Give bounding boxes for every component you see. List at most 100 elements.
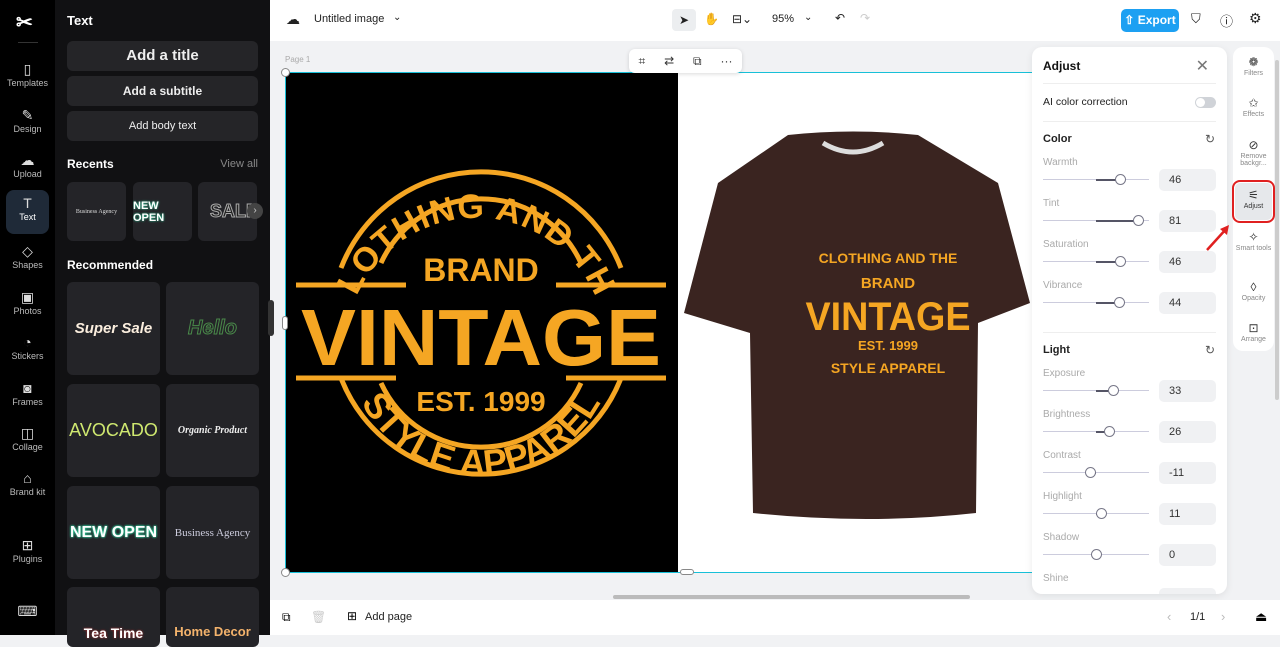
slider-thumb[interactable] — [1090, 549, 1102, 560]
recommended-tile[interactable]: Home Decor — [166, 587, 259, 647]
layers-icon[interactable]: ⧉ — [282, 610, 291, 625]
capcut-logo[interactable]: ✂ — [16, 10, 33, 35]
resize-handle[interactable] — [282, 316, 288, 330]
nav-plugins[interactable]: ⊞ Plugins — [6, 532, 49, 576]
nav-templates[interactable]: ▯ Templates — [6, 56, 49, 100]
redo-icon[interactable]: ↷ — [860, 11, 870, 25]
exposure-slider[interactable] — [1043, 385, 1149, 396]
remove-background-icon: ⊘ — [1248, 138, 1259, 152]
layout-icon[interactable]: ⊟⌄ — [732, 12, 752, 26]
help-icon[interactable]: ⓘ — [1220, 11, 1233, 30]
vertical-scrollbar[interactable] — [1275, 60, 1279, 400]
settings-icon[interactable]: ⚙ — [1249, 10, 1262, 27]
document-title[interactable]: Untitled image — [314, 13, 384, 25]
saturation-slider[interactable] — [1043, 256, 1149, 267]
recommended-tile[interactable]: NEW OPEN — [67, 486, 160, 579]
contrast-slider[interactable] — [1043, 467, 1149, 478]
nav-text[interactable]: T Text — [6, 190, 49, 234]
previous-page-icon[interactable]: ‹ — [1167, 609, 1171, 624]
delete-icon[interactable]: 🗑 — [311, 610, 326, 624]
shine-input[interactable] — [1159, 588, 1216, 594]
highlight-slider[interactable] — [1043, 508, 1149, 519]
view-all-link[interactable]: View all — [220, 158, 258, 170]
nav-brand-kit[interactable]: ⌂ Brand kit — [6, 465, 49, 515]
more-icon[interactable]: ··· — [721, 54, 733, 68]
nav-photos[interactable]: ▣ Photos — [6, 284, 49, 328]
add-page-button[interactable]: Add page — [365, 611, 412, 623]
vibrance-slider[interactable] — [1043, 297, 1149, 308]
recent-tile[interactable]: NEW OPEN — [133, 182, 192, 241]
undo-icon[interactable]: ↶ — [835, 11, 845, 25]
ai-color-correction-toggle[interactable] — [1195, 97, 1216, 108]
cloud-save-icon[interactable]: ☁ — [286, 11, 300, 28]
nav-collage[interactable]: ◫ Collage — [6, 420, 49, 464]
next-page-icon[interactable]: › — [1221, 609, 1225, 624]
exposure-value-input[interactable]: 33 — [1159, 380, 1216, 402]
slider-thumb[interactable] — [1133, 215, 1145, 226]
add-title-button[interactable]: Add a title — [67, 41, 258, 71]
nav-stickers[interactable]: ◔ Stickers — [6, 329, 49, 373]
contrast-value-input[interactable]: -11 — [1159, 462, 1216, 484]
adjust-button[interactable]: ⚟ Adjust — [1232, 180, 1275, 223]
add-body-text-button[interactable]: Add body text — [67, 111, 258, 141]
resize-handle[interactable] — [281, 568, 290, 577]
recommended-tile[interactable]: Organic Product — [166, 384, 259, 477]
arrange-button[interactable]: ⊡ Arrange — [1235, 321, 1272, 343]
recent-tile[interactable]: Business Agency — [67, 182, 126, 241]
zoom-chevron-icon[interactable]: ⌄ — [804, 12, 812, 23]
remove-background-button[interactable]: ⊘ Remove backgr... — [1235, 138, 1272, 167]
slider-thumb[interactable] — [1084, 467, 1096, 478]
close-icon[interactable]: ✕ — [1196, 56, 1209, 76]
nav-shapes[interactable]: ◇ Shapes — [6, 238, 49, 282]
recommended-tile[interactable]: Super Sale — [67, 282, 160, 375]
nav-design[interactable]: ✎ Design — [6, 102, 49, 146]
add-subtitle-button[interactable]: Add a subtitle — [67, 76, 258, 106]
filters-button[interactable]: ❁ Filters — [1235, 55, 1272, 77]
duplicate-icon[interactable]: ⧉ — [693, 54, 702, 69]
slider-thumb[interactable] — [1114, 256, 1126, 267]
reset-light-icon[interactable]: ↻ — [1205, 343, 1215, 357]
crop-icon[interactable]: ⌗ — [638, 54, 645, 69]
warmth-value-input[interactable]: 46 — [1159, 169, 1216, 191]
vibrance-value-input[interactable]: 44 — [1159, 292, 1216, 314]
highlight-value-input[interactable]: 11 — [1159, 503, 1216, 525]
add-page-icon[interactable]: ⊞ — [347, 609, 357, 623]
shield-icon[interactable]: ⛉ — [1191, 11, 1201, 27]
keyboard-shortcuts-button[interactable]: ⌨ — [6, 598, 49, 624]
chevron-down-icon[interactable]: ⌄ — [393, 12, 401, 23]
slider-thumb[interactable] — [1096, 508, 1108, 519]
replace-icon[interactable]: ⇄ — [664, 54, 674, 68]
resize-handle[interactable] — [281, 68, 290, 77]
recommended-tile[interactable]: AVOCADO — [67, 384, 160, 477]
scroll-right-button[interactable]: › — [247, 203, 263, 219]
panel-collapse-handle[interactable] — [268, 300, 274, 336]
color-heading: Color — [1043, 133, 1072, 145]
brightness-value-input[interactable]: 26 — [1159, 421, 1216, 443]
nav-frames[interactable]: ◙ Frames — [6, 375, 49, 419]
horizontal-scrollbar[interactable] — [613, 595, 970, 599]
recommended-tile[interactable]: Business Agency — [166, 486, 259, 579]
effects-button[interactable]: ✩ Effects — [1235, 96, 1272, 118]
zoom-level[interactable]: 95% — [772, 13, 794, 25]
recommended-tile[interactable]: Tea Time — [67, 587, 160, 647]
slider-thumb[interactable] — [1113, 297, 1125, 308]
recommended-tile[interactable]: Hello — [166, 282, 259, 375]
hand-tool-icon[interactable]: ✋ — [704, 12, 719, 26]
slider-thumb[interactable] — [1104, 426, 1116, 437]
opacity-button[interactable]: ◊ Opacity — [1235, 280, 1272, 302]
select-tool-button[interactable]: ➤ — [672, 9, 696, 31]
shadow-value-input[interactable]: 0 — [1159, 544, 1216, 566]
tint-slider[interactable] — [1043, 215, 1149, 226]
shadow-slider[interactable] — [1043, 549, 1149, 560]
page-manager-icon[interactable]: ⏏ — [1255, 609, 1267, 625]
brightness-slider[interactable] — [1043, 426, 1149, 437]
export-button[interactable]: ⇧ Export — [1121, 9, 1179, 32]
warmth-slider[interactable] — [1043, 174, 1149, 185]
smart-tools-button[interactable]: ✧ Smart tools — [1235, 230, 1272, 252]
slider-thumb[interactable] — [1107, 385, 1119, 396]
resize-handle[interactable] — [680, 569, 694, 575]
nav-upload[interactable]: ☁ Upload — [6, 147, 49, 191]
reset-color-icon[interactable]: ↻ — [1205, 132, 1215, 146]
slider-thumb[interactable] — [1114, 174, 1126, 185]
saturation-value-input[interactable]: 46 — [1159, 251, 1216, 273]
